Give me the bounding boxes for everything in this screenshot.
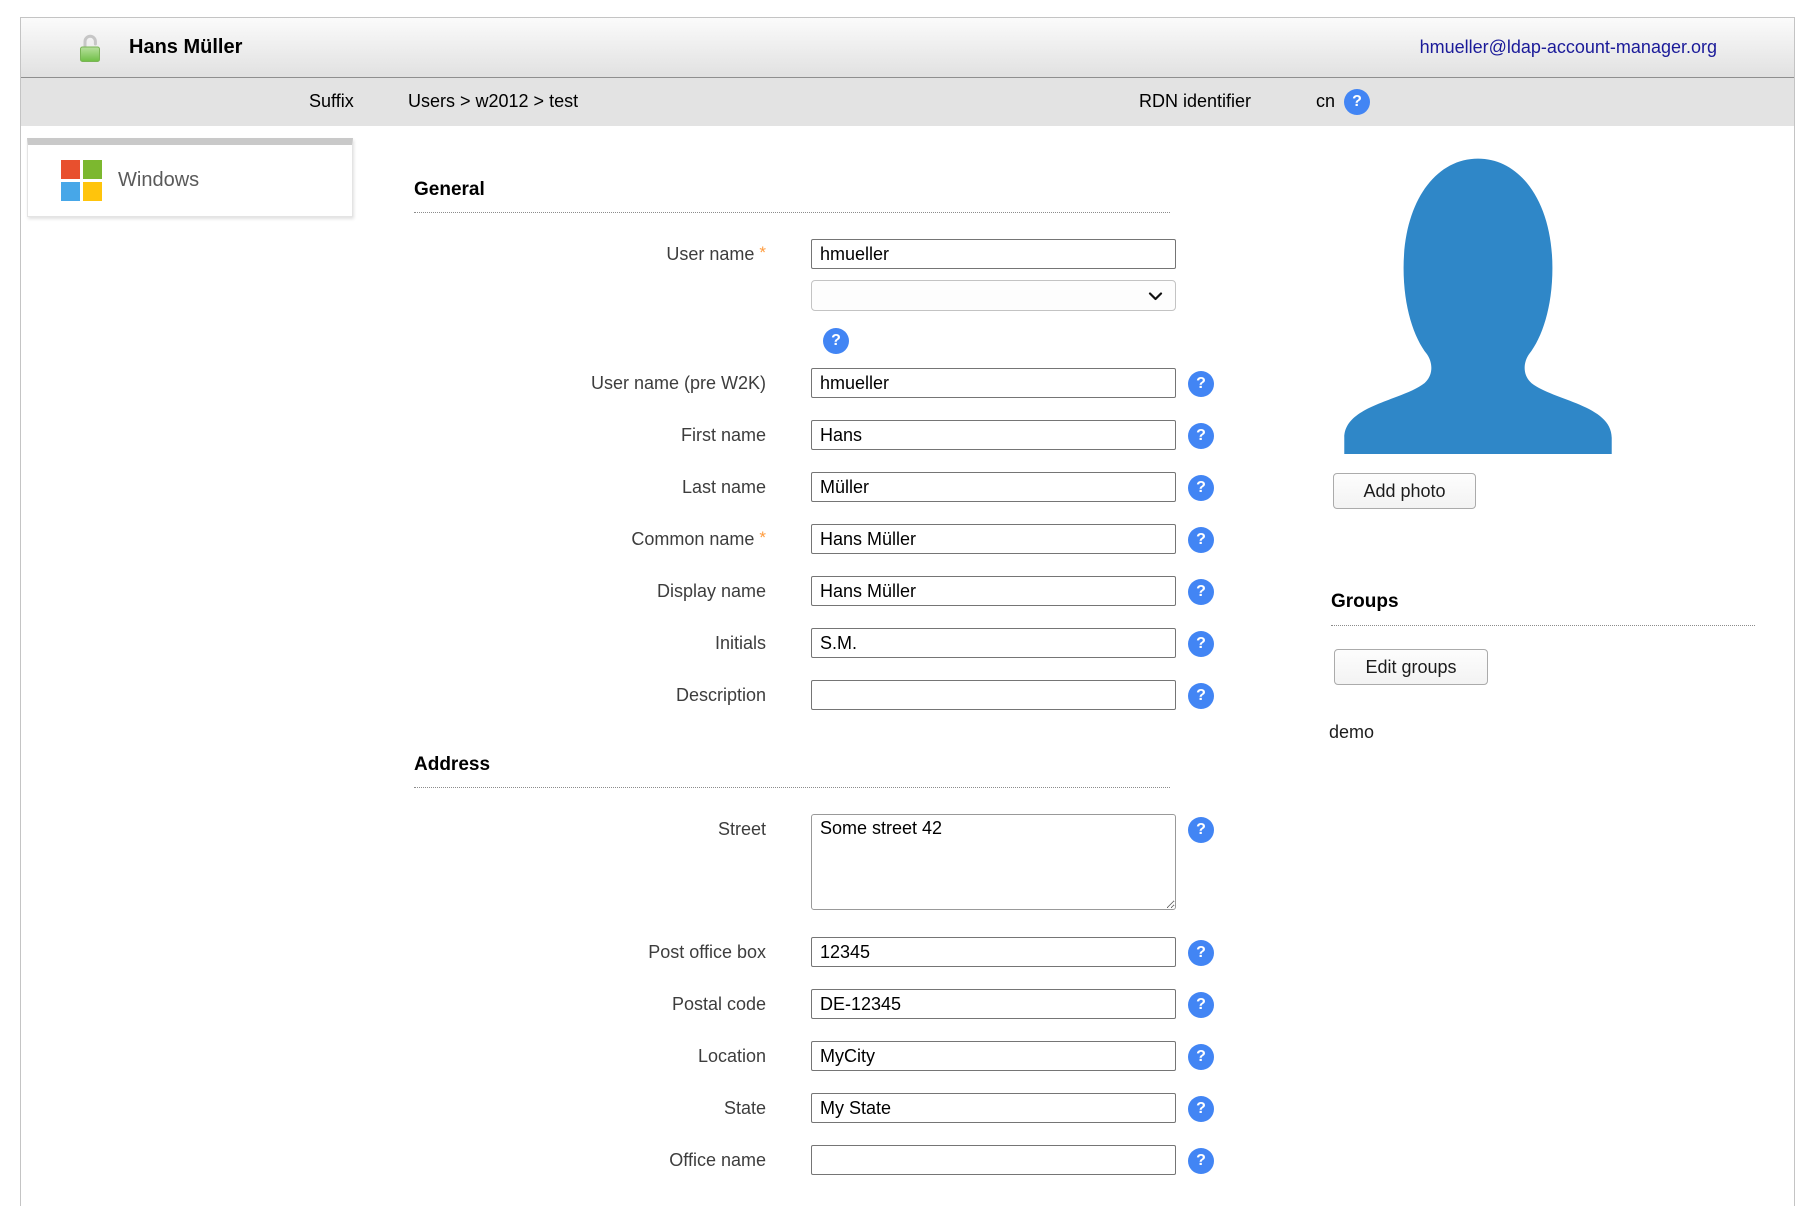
required-marker: * [759,243,766,262]
field-location-label: Location [414,1041,766,1067]
field-street-label: Street [414,814,766,840]
user-name-pre-w2k-input[interactable] [811,368,1176,398]
field-office-name-label: Office name [414,1145,766,1171]
help-icon-user-name[interactable]: ? [823,328,849,354]
field-display-name-label: Display name [414,576,766,602]
group-member: demo [1329,722,1374,743]
edit-groups-button[interactable]: Edit groups [1334,649,1488,685]
page-title: Hans Müller [129,36,242,59]
help-icon-display-name[interactable]: ? [1188,579,1214,605]
field-postal-code-label: Postal code [414,989,766,1015]
help-icon-user-name-pre-w2k[interactable]: ? [1188,371,1214,397]
last-name-input[interactable] [811,472,1176,502]
field-common-name-label: Common name* [414,524,766,550]
chevron-down-icon [1148,292,1163,301]
field-state-label: State [414,1093,766,1119]
help-icon-postal-code[interactable]: ? [1188,992,1214,1018]
post-office-box-input[interactable] [811,937,1176,967]
help-icon-description[interactable]: ? [1188,683,1214,709]
user-name-suggestion-select[interactable] [811,280,1176,311]
street-input[interactable] [811,814,1176,910]
account-form: General User name*? User name (pre W2K)? F… [414,179,1214,1197]
help-icon-location[interactable]: ? [1188,1044,1214,1070]
field-last-name-label: Last name [414,472,766,498]
user-photo-placeholder [1344,154,1612,459]
field-user-name-label: User name* [414,239,766,265]
field-post-office-box-label: Post office box [414,937,766,963]
user-name-input[interactable] [811,239,1176,269]
first-name-input[interactable] [811,420,1176,450]
rdn-identifier-value: cn [1316,91,1335,112]
account-editor-window: Hans Müller hmueller@ldap-account-manage… [20,17,1795,1206]
rdn-help-icon[interactable]: ? [1344,89,1370,115]
tab-windows[interactable]: Windows [27,138,353,217]
help-icon-state[interactable]: ? [1188,1096,1214,1122]
field-initials-label: Initials [414,628,766,654]
content-area: Windows General User name*? User name (pr… [21,126,1794,1206]
help-icon-first-name[interactable]: ? [1188,423,1214,449]
header: Hans Müller hmueller@ldap-account-manage… [21,18,1794,78]
add-photo-button[interactable]: Add photo [1333,473,1476,509]
office-name-input[interactable] [811,1145,1176,1175]
address-section: Street? Post office box? Postal code? Locat… [414,814,1214,1175]
help-icon-post-office-box[interactable]: ? [1188,940,1214,966]
field-user-name-pre-w2k-label: User name (pre W2K) [414,368,766,394]
windows-logo-icon [61,160,102,201]
section-heading-general: General [414,179,1170,213]
help-icon-initials[interactable]: ? [1188,631,1214,657]
field-first-name-label: First name [414,420,766,446]
unlocked-lock-icon [77,32,103,64]
suffix-bar: Suffix Users > w2012 > test RDN identifi… [21,78,1794,126]
help-icon-office-name[interactable]: ? [1188,1148,1214,1174]
state-input[interactable] [811,1093,1176,1123]
initials-input[interactable] [811,628,1176,658]
location-input[interactable] [811,1041,1176,1071]
display-name-input[interactable] [811,576,1176,606]
help-icon-street[interactable]: ? [1188,817,1214,843]
rdn-identifier-label: RDN identifier [1139,91,1251,112]
postal-code-input[interactable] [811,989,1176,1019]
breadcrumb: Users > w2012 > test [408,91,578,112]
section-heading-groups: Groups [1331,591,1755,626]
description-input[interactable] [811,680,1176,710]
group-member-list: demo [1329,722,1374,749]
general-section: User name*? User name (pre W2K)? First nam… [414,239,1214,710]
field-description-label: Description [414,680,766,706]
help-icon-common-name[interactable]: ? [1188,527,1214,553]
section-heading-address: Address [414,754,1170,788]
account-email-link[interactable]: hmueller@ldap-account-manager.org [1420,37,1717,58]
required-marker: * [759,528,766,547]
help-icon-last-name[interactable]: ? [1188,475,1214,501]
common-name-input[interactable] [811,524,1176,554]
suffix-label: Suffix [309,91,354,112]
tab-windows-label: Windows [118,169,199,192]
